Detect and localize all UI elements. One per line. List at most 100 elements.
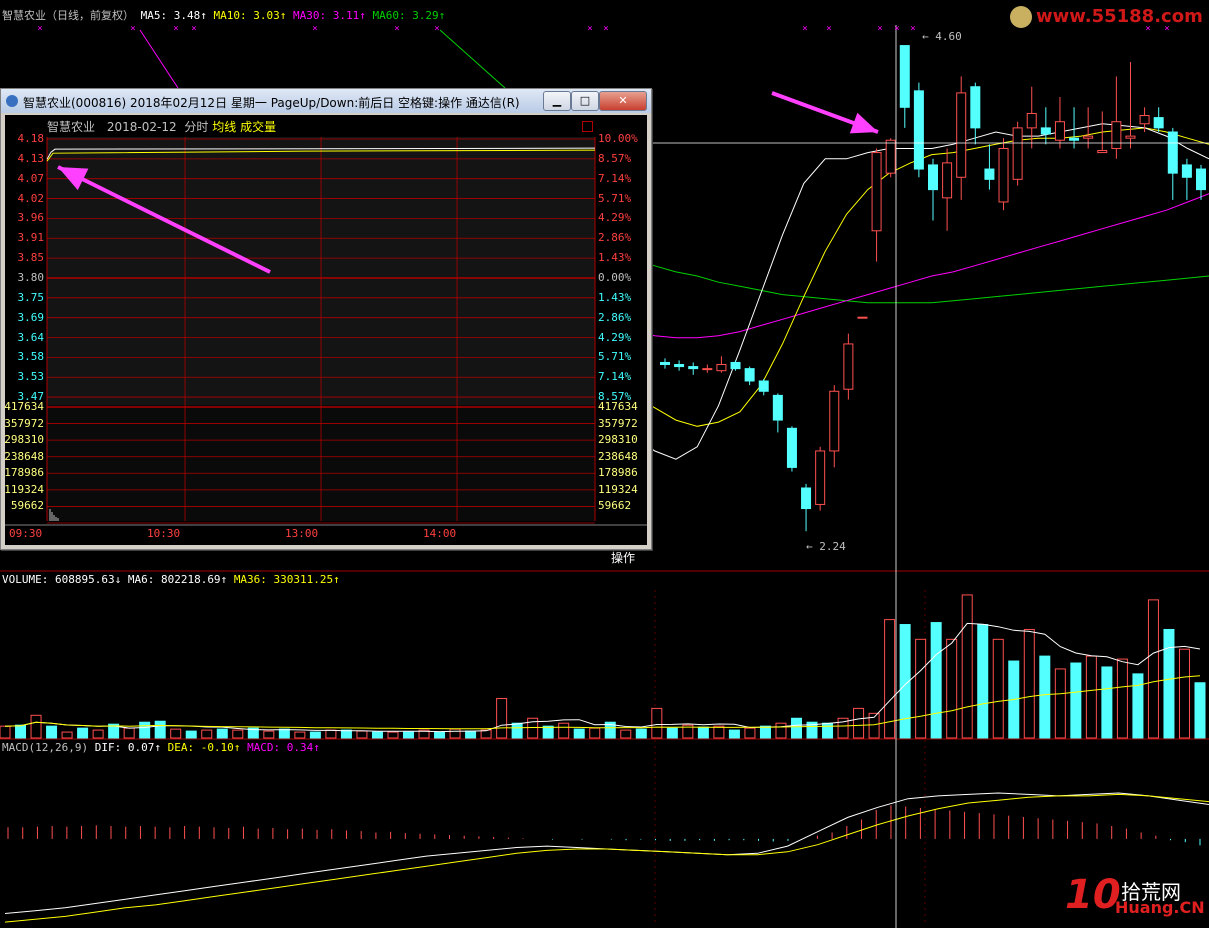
volume-label: VOLUME: 608895.63↓ [2, 573, 122, 586]
minimize-button[interactable]: ▁ [543, 91, 571, 111]
volume-bar [356, 730, 368, 739]
candle-body [1167, 131, 1178, 174]
candle-body [744, 368, 755, 382]
volume-bar [1101, 666, 1113, 739]
volume-bar [558, 722, 570, 739]
popup-stock-name: 智慧农业 [47, 120, 96, 134]
candle-body [801, 487, 812, 510]
volume-bar [1194, 682, 1206, 739]
volume-bar [1085, 655, 1097, 739]
volume-bar [1132, 673, 1144, 739]
intraday-chart[interactable] [5, 115, 647, 545]
ma5-label: MA5: 3.48↑ [140, 9, 207, 22]
popup-titlebar[interactable]: 智慧农业(000816) 2018年02月12日 星期一 PageUp/Down… [1, 89, 651, 113]
popup-restore-icon[interactable] [582, 121, 593, 132]
volume-bar [697, 726, 709, 739]
signal-marker: × [173, 24, 178, 34]
popup-price-tick: 4.02 [17, 191, 45, 205]
popup-volume-tick-right: 119324 [598, 482, 638, 496]
popup-volume-tick-right: 238648 [598, 449, 638, 463]
popup-price-tick: 4.07 [17, 171, 45, 185]
popup-volume-tick-right: 298310 [598, 433, 638, 447]
volume-bar [713, 725, 725, 739]
popup-price-tick: 3.69 [17, 310, 45, 324]
signal-marker: × [877, 24, 882, 34]
candle-body [1083, 135, 1094, 139]
popup-price-tick: 3.80 [17, 270, 45, 284]
volume-ma36-line [4, 675, 1201, 730]
maximize-button[interactable]: □ [571, 91, 599, 111]
volume-bar [449, 728, 461, 739]
volume-bar [573, 728, 585, 739]
popup-volume-tick-left: 238648 [4, 449, 44, 463]
popup-pct-tick: 8.57% [598, 151, 632, 165]
macd-dea-line [4, 793, 1209, 923]
popup-volume-tick-left: 357972 [4, 416, 44, 430]
candle-body [1012, 127, 1023, 180]
volume-bar [92, 729, 104, 739]
ma10-label: MA10: 3.03↑ [213, 9, 287, 22]
popup-avg-line-label: 均线 [212, 120, 237, 134]
candle-body [772, 394, 783, 421]
popup-pct-tick: 4.29% [598, 211, 632, 225]
signal-marker: × [910, 24, 915, 34]
popup-date: 2018-02-12 [106, 120, 177, 134]
popup-time-tick: 14:00 [423, 527, 457, 540]
signal-marker: × [394, 24, 399, 34]
volume-bar [1023, 628, 1035, 739]
candle-body [1054, 121, 1065, 141]
volume-bar [822, 722, 834, 739]
popup-volume-tick-left: 298310 [4, 433, 44, 447]
candle-body [815, 450, 826, 505]
macd-histogram [7, 805, 1201, 846]
popup-volume-tick-left: 417634 [4, 400, 44, 413]
operate-button[interactable]: 操作 [601, 549, 645, 567]
volume-bar [325, 729, 337, 739]
volume-bar [961, 594, 973, 739]
volume-bar [278, 728, 290, 739]
macd-value: MACD: 0.34↑ [247, 741, 320, 754]
popup-pct-tick: 4.29% [598, 330, 632, 344]
candle-body [730, 361, 741, 370]
volume-bar [775, 722, 787, 739]
volume-bar [759, 725, 771, 739]
popup-volume-tick-right: 357972 [598, 416, 638, 430]
volume-bar [185, 730, 197, 739]
volume-bar [61, 731, 73, 739]
candle-body [829, 390, 840, 452]
volume-bar [728, 729, 740, 739]
candle-body [998, 147, 1009, 203]
volume-bar [977, 624, 989, 739]
close-button[interactable]: ✕ [599, 91, 647, 111]
volume-bar [884, 619, 896, 739]
ma60-label: MA60: 3.29↑ [372, 9, 446, 22]
candle-body [660, 361, 670, 366]
maximize-icon: □ [579, 94, 591, 107]
popup-pct-tick: 2.86% [598, 231, 632, 245]
candle-body [716, 364, 727, 372]
popup-pct-tick: 5.71% [598, 350, 632, 364]
signal-marker: × [434, 24, 439, 34]
candle-body [857, 316, 868, 319]
candle-body [928, 164, 938, 191]
volume-bar [915, 638, 927, 739]
popup-price-tick: 3.85 [17, 251, 45, 265]
popup-pct-tick: 2.86% [598, 310, 632, 324]
signal-marker: × [37, 24, 42, 34]
signal-marker: × [587, 24, 592, 34]
macd-dif-line [4, 792, 1209, 914]
popup-info-line: 智慧农业 2018-02-12 分时 均线 成交量 [47, 118, 276, 135]
intraday-popup-window[interactable]: 智慧农业(000816) 2018年02月12日 星期一 PageUp/Down… [0, 88, 652, 565]
macd-lines [4, 792, 1209, 923]
popup-volume-tick-left: 59662 [10, 499, 44, 513]
candle-body [913, 90, 924, 170]
close-icon: ✕ [618, 94, 628, 107]
popup-volume-label: 成交量 [240, 120, 277, 134]
candle-body [758, 380, 769, 392]
candle-body [899, 45, 910, 108]
signal-marker: × [603, 24, 608, 34]
popup-price-tick: 3.58 [17, 350, 45, 364]
signal-marker: × [191, 24, 196, 34]
macd-dif: DIF: 0.07↑ [94, 741, 161, 754]
volume-ma6-label: MA6: 802218.69↑ [127, 573, 228, 586]
